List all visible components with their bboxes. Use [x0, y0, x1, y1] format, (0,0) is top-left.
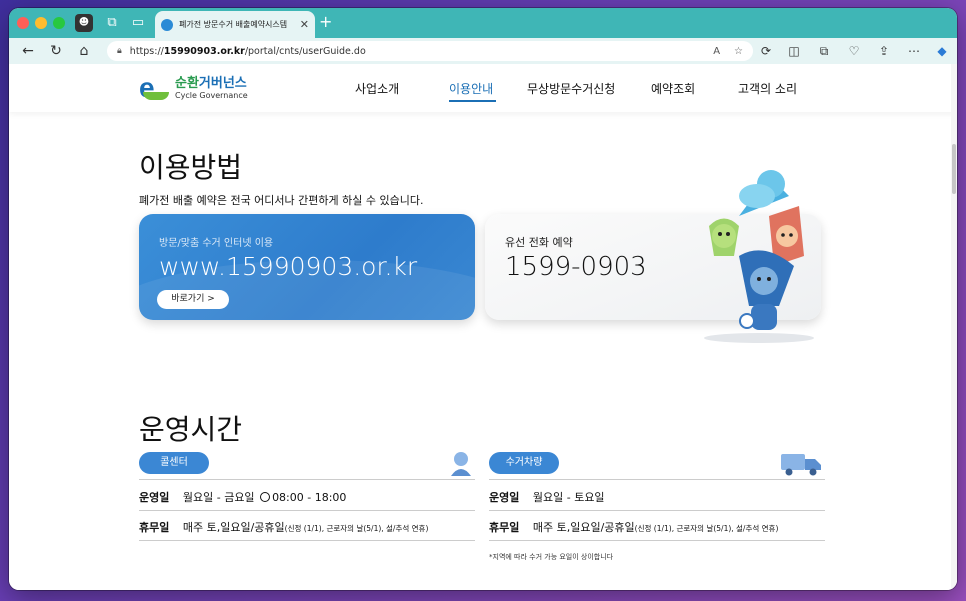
back-icon[interactable]: ← [19, 42, 37, 60]
favorites-icon[interactable]: ♡ [845, 42, 863, 60]
refresh-icon[interactable]: ↻ [47, 42, 65, 60]
browser-window: ☻ ⧉ ▭ 폐가전 방문수거 배출예약시스템 ✕ + ← ↻ ⌂ 🔒︎ http… [9, 8, 957, 590]
tab-close-icon[interactable]: ✕ [300, 18, 309, 31]
read-aloud-icon[interactable]: A [713, 46, 720, 57]
usage-title: 이용방법 [139, 151, 243, 184]
truck-closed-note: (신정 (1/1), 근로자의 날(5/1), 설/추석 연휴) [634, 524, 779, 533]
copilot-icon[interactable]: ◆ [933, 42, 951, 60]
truck-region-note: *지역에 따라 수거 가능 요일이 상이합니다 [489, 553, 614, 561]
page-scrollbar[interactable] [951, 64, 957, 590]
phone-label: 유선 전화 예약 [505, 236, 573, 249]
logo-kr-b: 거버넌스 [198, 76, 247, 91]
call-center-pill: 콜센터 [139, 452, 209, 474]
call-closed-note: (신정 (1/1), 근로자의 날(5/1), 설/추석 연휴) [284, 524, 429, 533]
site-favicon-icon [161, 18, 173, 31]
logo-mark-icon: e [139, 72, 173, 104]
truck-pill: 수거차량 [489, 452, 559, 474]
web-page: e 순환거버넌스 Cycle Governance 사업소개 이용안내 무상방문… [9, 64, 957, 590]
truck-closed-value: 매주 토,일요일/공휴일 [532, 521, 635, 534]
clock-icon [260, 492, 271, 502]
divider [139, 510, 475, 511]
workspaces-icon[interactable]: ⧉ [103, 14, 121, 32]
divider [139, 479, 475, 480]
share-icon[interactable]: ⇪ [875, 42, 893, 60]
logo-kr-a: 순환 [175, 76, 199, 91]
online-label: 방문/맞춤 수거 인터넷 이용 [159, 238, 274, 249]
address-bar-row: ← ↻ ⌂ 🔒︎ https://15990903.or.kr/portal/c… [9, 38, 957, 64]
url-text[interactable]: https://15990903.or.kr/portal/cnts/userG… [130, 46, 699, 57]
site-header: e 순환거버넌스 Cycle Governance 사업소개 이용안내 무상방문… [9, 64, 957, 112]
go-button[interactable]: 바로가기 > [157, 290, 229, 309]
tab-active[interactable]: 폐가전 방문수거 배출예약시스템 ✕ [155, 11, 315, 38]
mascot-characters-icon [704, 170, 814, 343]
logo-en: Cycle Governance [175, 91, 248, 100]
address-bar[interactable]: 🔒︎ https://15990903.or.kr/portal/cnts/us… [107, 41, 753, 61]
person-icon [451, 452, 471, 476]
nav-item-voice[interactable]: 고객의 소리 [738, 80, 797, 97]
maximize-window-button[interactable] [53, 17, 65, 29]
nav-item-lookup[interactable]: 예약조회 [651, 80, 695, 97]
phone-number: 1599-0903 [505, 252, 647, 282]
call-closed-value: 매주 토,일요일/공휴일 [182, 521, 285, 534]
hours-title: 운영시간 [139, 413, 243, 446]
site-logo[interactable]: e 순환거버넌스 Cycle Governance [139, 72, 248, 104]
new-tab-button[interactable]: + [319, 12, 332, 31]
home-icon[interactable]: ⌂ [75, 42, 93, 60]
usage-subtitle: 폐가전 배출 예약은 전국 어디서나 간편하게 하실 수 있습니다. [139, 194, 424, 207]
nav-item-apply[interactable]: 무상방문수거신청 [527, 80, 615, 97]
divider [139, 540, 475, 541]
call-open-time: 08:00 - 18:00 [272, 491, 347, 504]
divider [489, 479, 825, 480]
extensions-icon[interactable]: ⟳ [757, 42, 775, 60]
more-menu-icon[interactable]: ⋯ [905, 42, 923, 60]
online-reservation-card[interactable]: 방문/맞춤 수거 인터넷 이용 www.15990903.or.kr 바로가기 … [139, 214, 475, 320]
tab-actions-icon[interactable]: ▭ [129, 14, 147, 32]
call-closed-key: 휴무일 [139, 521, 170, 534]
truck-closed-row: 휴무일 매주 토,일요일/공휴일(신정 (1/1), 근로자의 날(5/1), … [489, 519, 778, 535]
divider [489, 540, 825, 541]
truck-open-key: 운영일 [489, 491, 520, 504]
call-open-key: 운영일 [139, 491, 170, 504]
nav-active-underline [449, 100, 496, 102]
close-window-button[interactable] [17, 17, 29, 29]
nav-item-business[interactable]: 사업소개 [355, 80, 399, 97]
scrollbar-thumb[interactable] [952, 144, 956, 194]
truck-closed-key: 휴무일 [489, 521, 520, 534]
truck-open-value: 월요일 - 토요일 [532, 491, 605, 504]
split-screen-icon[interactable]: ◫ [785, 42, 803, 60]
collections-icon[interactable]: ⧉ [815, 42, 833, 60]
truck-open-row: 운영일 월요일 - 토요일 [489, 489, 605, 505]
divider [489, 510, 825, 511]
call-open-value: 월요일 - 금요일 [182, 491, 255, 504]
favorite-star-icon[interactable]: ☆ [734, 46, 743, 57]
tab-title: 폐가전 방문수거 배출예약시스템 [179, 20, 288, 29]
tab-bar: ☻ ⧉ ▭ 폐가전 방문수거 배출예약시스템 ✕ + [9, 8, 957, 38]
nav-item-guide[interactable]: 이용안내 [449, 80, 493, 97]
lock-icon[interactable]: 🔒︎ [117, 46, 122, 56]
online-url: www.15990903.or.kr [159, 252, 418, 281]
call-open-row: 운영일 월요일 - 금요일 08:00 - 18:00 [139, 489, 346, 505]
truck-icon [781, 454, 821, 476]
call-closed-row: 휴무일 매주 토,일요일/공휴일(신정 (1/1), 근로자의 날(5/1), … [139, 519, 428, 535]
profile-avatar-icon[interactable]: ☻ [75, 14, 93, 32]
minimize-window-button[interactable] [35, 17, 47, 29]
